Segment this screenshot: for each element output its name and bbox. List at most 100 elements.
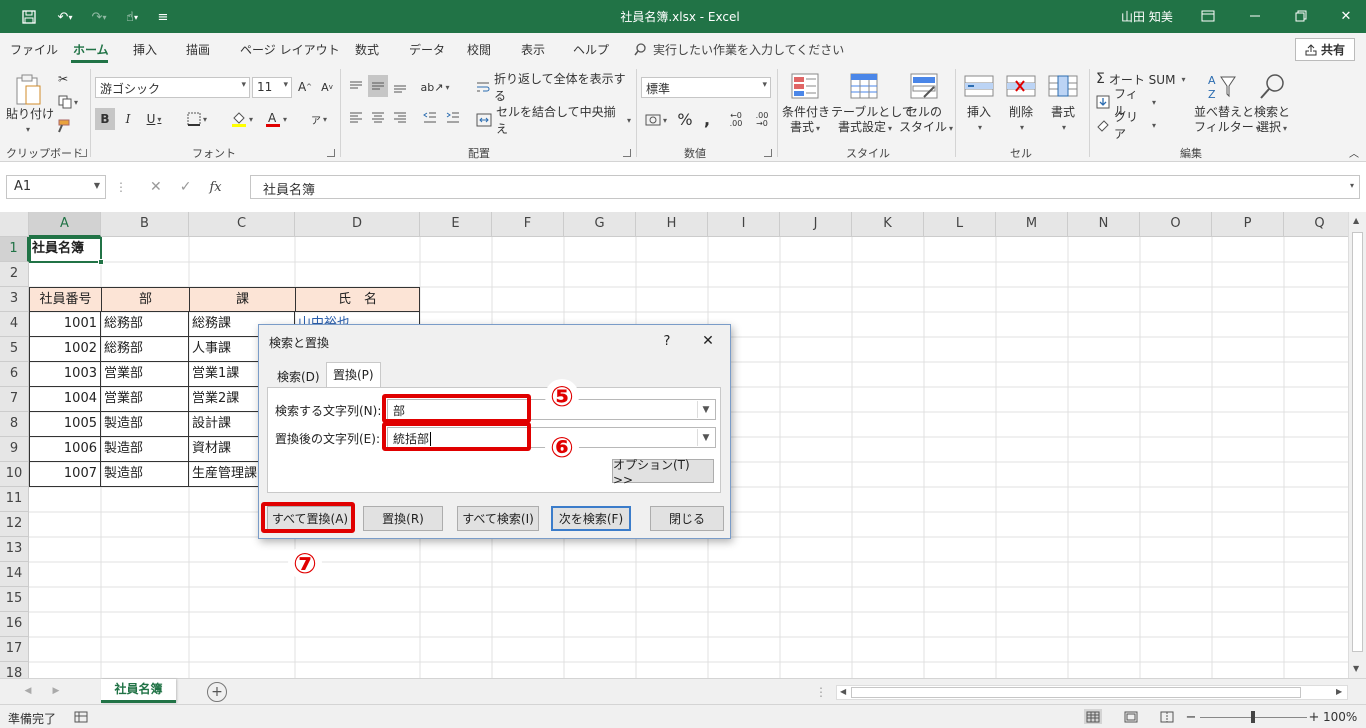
scroll-left-icon[interactable]: ◀ xyxy=(840,687,846,696)
cut-icon[interactable]: ✂ xyxy=(54,71,72,87)
format-as-table-icon[interactable] xyxy=(849,71,879,101)
table-cell[interactable]: 1005 xyxy=(29,412,101,437)
vertical-scrollbar[interactable]: ▲ ▼ xyxy=(1348,212,1366,678)
decrease-indent-icon[interactable] xyxy=(420,108,440,128)
touch-mode-icon[interactable]: ☝ ▾ xyxy=(117,7,147,27)
scroll-right-icon[interactable]: ▶ xyxy=(1336,687,1342,696)
tab-formulas[interactable]: 数式 xyxy=(355,41,379,58)
collapse-ribbon-icon[interactable]: ︿ xyxy=(1346,145,1362,160)
column-header[interactable]: B xyxy=(101,212,189,237)
table-cell[interactable]: 1007 xyxy=(29,462,101,487)
tab-file[interactable]: ファイル xyxy=(10,41,58,58)
tab-page-layout[interactable]: ページ レイアウト xyxy=(240,41,340,58)
add-sheet-icon[interactable]: + xyxy=(207,682,227,702)
delete-cells-button[interactable]: 削除 ▾ xyxy=(1008,105,1034,135)
header-cell[interactable]: 部 xyxy=(101,287,190,312)
expand-formula-icon[interactable]: ▾ xyxy=(1350,181,1354,190)
row-header[interactable]: 4 xyxy=(0,312,29,337)
align-right-icon[interactable] xyxy=(390,108,410,128)
ribbon-display-icon[interactable] xyxy=(1196,6,1220,26)
tab-draw[interactable]: 描画 xyxy=(186,41,210,58)
align-middle-icon[interactable] xyxy=(368,75,388,97)
column-header[interactable]: Q xyxy=(1284,212,1356,237)
row-header[interactable]: 15 xyxy=(0,587,29,612)
row-header[interactable]: 14 xyxy=(0,562,29,587)
accounting-format-icon[interactable]: ▾ xyxy=(641,110,671,130)
tab-review[interactable]: 校閲 xyxy=(467,41,491,58)
alignment-launcher-icon[interactable] xyxy=(623,149,631,157)
column-header[interactable]: E xyxy=(420,212,492,237)
font-color-icon[interactable]: A ▾ xyxy=(260,108,292,130)
table-cell[interactable]: 製造部 xyxy=(101,462,189,487)
horizontal-scroll-thumb[interactable] xyxy=(851,687,1301,698)
row-header[interactable]: 7 xyxy=(0,387,29,412)
enter-icon[interactable]: ✓ xyxy=(180,179,192,195)
tell-me-box[interactable]: 実行したい作業を入力してください xyxy=(634,41,844,58)
options-button[interactable]: オプション(T) >> xyxy=(612,458,714,487)
find-select-icon[interactable] xyxy=(1256,71,1288,101)
paste-dropdown[interactable]: ▾ xyxy=(4,122,50,136)
tab-data[interactable]: データ xyxy=(409,41,445,58)
copy-icon[interactable]: ▾ xyxy=(54,94,82,110)
select-all-corner[interactable] xyxy=(0,212,29,237)
find-all-button[interactable]: すべて検索(I) xyxy=(457,506,539,531)
tab-view[interactable]: 表示 xyxy=(521,41,545,58)
percent-style-icon[interactable]: % xyxy=(675,108,695,130)
chevron-down-icon[interactable]: ▼ xyxy=(697,401,714,418)
formula-bar-grip-icon[interactable]: ⋮ xyxy=(115,179,127,195)
row-header[interactable]: 18 xyxy=(0,662,29,678)
minimize-icon[interactable] xyxy=(1243,6,1267,26)
cancel-icon[interactable]: ✕ xyxy=(150,179,162,195)
formula-input[interactable]: 社員名簿 ▾ xyxy=(250,175,1360,199)
table-cell[interactable]: 製造部 xyxy=(101,412,189,437)
close-window-icon[interactable]: ✕ xyxy=(1334,6,1358,26)
table-cell[interactable]: 1002 xyxy=(29,337,101,362)
zoom-in-icon[interactable]: + xyxy=(1308,710,1320,725)
restore-icon[interactable] xyxy=(1289,6,1313,26)
next-sheet-icon[interactable]: ▶ xyxy=(50,685,62,697)
name-box[interactable]: A1 ▼ xyxy=(6,175,106,199)
clear-button[interactable]: クリア ▾ xyxy=(1096,110,1156,141)
table-cell[interactable]: 1004 xyxy=(29,387,101,412)
column-header[interactable]: H xyxy=(636,212,708,237)
increase-indent-icon[interactable] xyxy=(443,108,463,128)
fill-color-icon[interactable]: ▾ xyxy=(226,108,258,130)
row-header[interactable]: 12 xyxy=(0,512,29,537)
bold-icon[interactable]: B xyxy=(95,108,115,130)
zoom-out-icon[interactable]: − xyxy=(1185,710,1197,725)
column-header[interactable]: K xyxy=(852,212,924,237)
orientation-icon[interactable]: ab↗ ▾ xyxy=(420,77,450,97)
column-header[interactable]: P xyxy=(1212,212,1284,237)
align-top-icon[interactable] xyxy=(346,77,366,97)
format-painter-icon[interactable] xyxy=(54,118,72,134)
row-header[interactable]: 2 xyxy=(0,262,29,287)
decrease-decimal-icon[interactable]: .00 →0 xyxy=(752,110,772,130)
help-icon[interactable]: ? xyxy=(657,331,677,351)
table-cell[interactable]: 1003 xyxy=(29,362,101,387)
italic-icon[interactable]: I xyxy=(119,108,137,130)
column-header[interactable]: F xyxy=(492,212,564,237)
horizontal-scrollbar[interactable]: ◀ ▶ xyxy=(836,685,1348,700)
scroll-down-icon[interactable]: ▼ xyxy=(1353,664,1359,673)
conditional-format-button[interactable]: 条件付き 書式 ▾ xyxy=(782,105,830,136)
underline-icon[interactable]: U ▾ xyxy=(141,108,167,130)
cell-styles-icon[interactable] xyxy=(909,71,939,101)
format-cells-button[interactable]: 書式 ▾ xyxy=(1050,105,1076,135)
number-launcher-icon[interactable] xyxy=(764,149,772,157)
align-bottom-icon[interactable] xyxy=(390,77,410,97)
user-name[interactable]: 山田 知美 xyxy=(1121,8,1173,25)
undo-icon[interactable]: ↶ ▾ xyxy=(50,7,80,27)
tab-home[interactable]: ホーム xyxy=(73,41,109,58)
tab-help[interactable]: ヘルプ xyxy=(573,41,609,58)
chevron-down-icon[interactable]: ▼ xyxy=(697,429,714,446)
table-cell[interactable]: 総務部 xyxy=(101,312,189,337)
delete-cells-icon[interactable] xyxy=(1005,71,1037,101)
column-header[interactable]: C xyxy=(189,212,295,237)
row-header[interactable]: 3 xyxy=(0,287,29,312)
increase-font-icon[interactable]: A ^ xyxy=(296,77,314,97)
table-cell[interactable]: 総務部 xyxy=(101,337,189,362)
insert-function-icon[interactable]: fx xyxy=(209,180,221,195)
zoom-slider-thumb[interactable] xyxy=(1251,711,1255,723)
cell-title[interactable]: 社員名簿 xyxy=(29,237,101,262)
tab-replace[interactable]: 置換(P) xyxy=(326,362,381,387)
